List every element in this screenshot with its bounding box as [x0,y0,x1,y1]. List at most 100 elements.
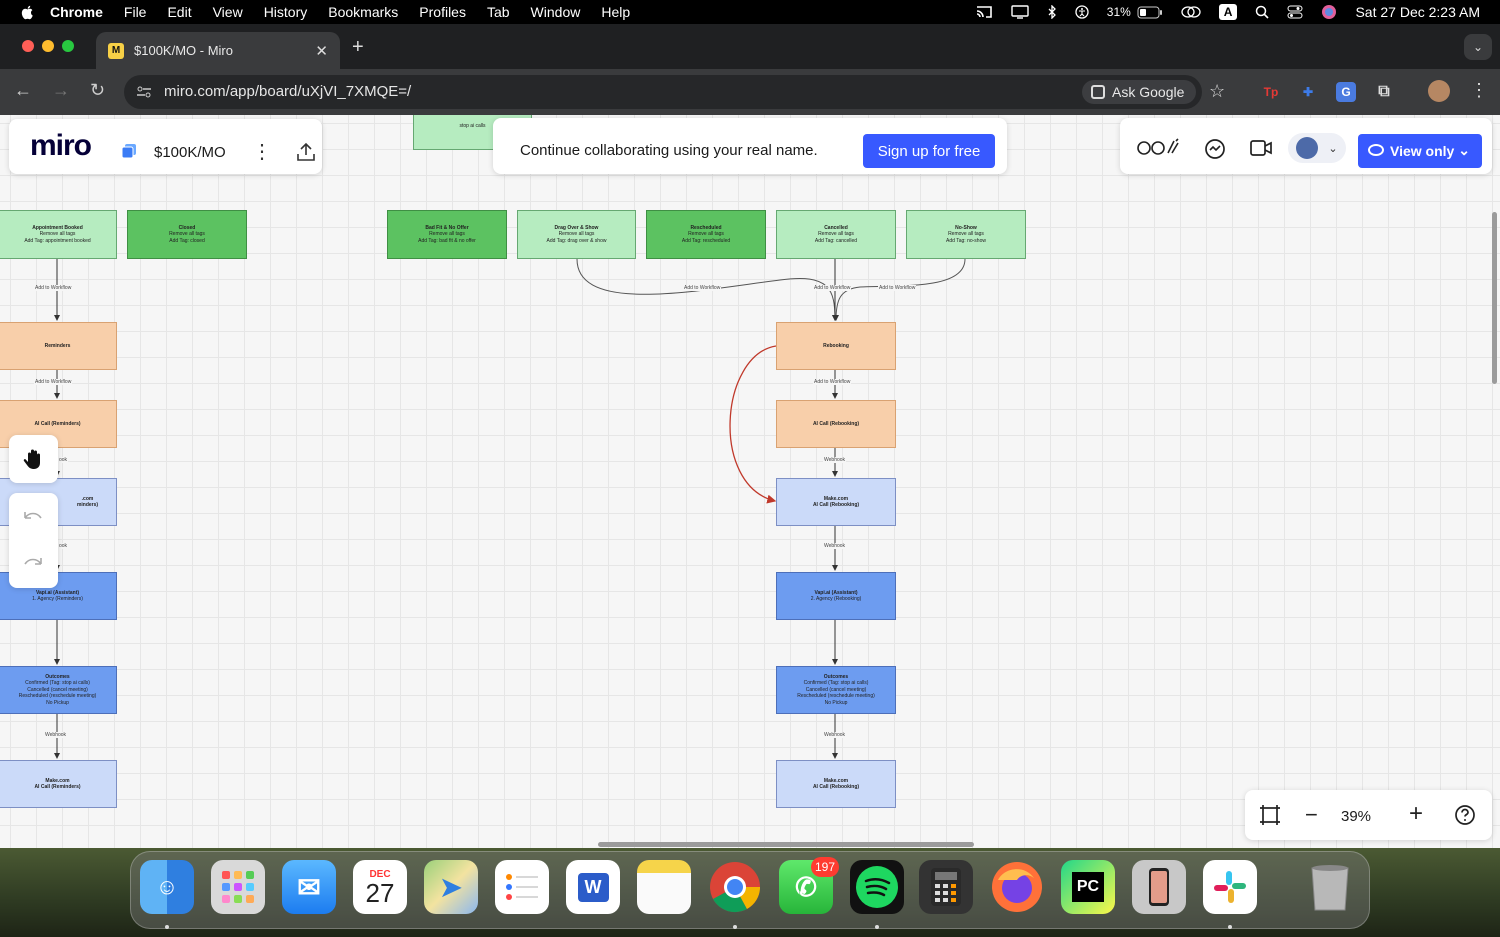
ask-google-button[interactable]: Ask Google [1082,80,1197,104]
spotify-icon[interactable] [850,860,904,914]
node-line: No Pickup [824,699,848,706]
minimize-window-button[interactable] [42,40,54,52]
reload-button[interactable]: ↻ [90,80,105,101]
google-translate-icon[interactable]: G [1336,82,1356,102]
user-avatar-dropdown[interactable]: ⌄ [1288,133,1346,163]
calendar-icon[interactable]: DEC 27 [353,860,407,914]
chrome-menu-icon[interactable]: ⋮ [1470,80,1488,101]
forward-button[interactable]: → [52,80,70,101]
node-appointment-booked[interactable]: Appointment Booked Remove all tags Add T… [0,210,117,259]
comments-icon[interactable] [1204,138,1226,160]
undo-icon[interactable] [22,509,44,525]
mail-icon[interactable]: ✉ [282,860,336,914]
menu-file[interactable]: File [124,4,147,20]
site-settings-icon[interactable] [136,84,152,100]
help-icon[interactable] [1454,804,1476,826]
horizontal-scrollbar[interactable] [598,842,974,847]
extensions-puzzle-icon[interactable]: ⧉ [1374,82,1394,102]
display-icon[interactable] [1011,5,1029,19]
node-make-rebooking-1[interactable]: Make.com AI Call (Rebooking) [776,478,896,526]
apple-icon[interactable] [20,4,36,20]
zoom-out-button[interactable]: − [1305,802,1318,828]
menu-app-name[interactable]: Chrome [50,4,103,20]
node-outcomes-left[interactable]: Outcomes Confirmed (Tag: stop ai calls) … [0,666,117,714]
reactions-icon[interactable] [1136,137,1182,157]
spotlight-search-icon[interactable] [1255,5,1270,19]
node-vapi-rebooking[interactable]: Vapi.ai (Assistant) 2. Agency (Rebooking… [776,572,896,620]
finder-icon[interactable]: ☺ [140,860,194,914]
node-make-reminders[interactable]: Make.com AI Call (Reminders) [0,760,117,808]
node-outcomes-right[interactable]: Outcomes Confirmed (Tag: stop ai calls) … [776,666,896,714]
bluetooth-icon[interactable] [1047,5,1057,19]
launchpad-icon[interactable] [211,860,265,914]
node-ai-call-rebooking[interactable]: AI Call (Rebooking) [776,400,896,448]
calculator-icon[interactable] [919,860,973,914]
menu-view[interactable]: View [213,4,243,20]
address-bar[interactable]: miro.com/app/board/uXjVI_7XMQE=/ [124,75,1202,109]
menubar-status-area: 31% A Sat 27 Dec 2:23 AM [957,0,1480,24]
back-button[interactable]: ← [14,80,32,101]
menu-profiles[interactable]: Profiles [419,4,466,20]
export-upload-icon[interactable] [295,141,317,163]
node-drag-over[interactable]: Drag Over & Show Remove all tags Add Tag… [517,210,636,259]
node-closed[interactable]: Closed Remove all tags Add Tag: closed [127,210,247,259]
node-make-rebooking-2[interactable]: Make.com AI Call (Rebooking) [776,760,896,808]
extension-puzzle-blue-icon[interactable]: ✚ [1298,82,1318,102]
control-center-icon[interactable] [1287,5,1303,19]
microsoft-word-icon[interactable]: W [566,860,620,914]
reminders-icon[interactable] [495,860,549,914]
slack-icon[interactable] [1203,860,1257,914]
notes-icon[interactable] [637,860,691,914]
board-name[interactable]: $100K/MO [154,144,226,161]
node-rebooking[interactable]: Rebooking [776,322,896,370]
miro-board-canvas[interactable]: stop ai calls Appointment Booked Remove … [0,115,1500,848]
redo-icon[interactable] [22,555,44,571]
node-rescheduled[interactable]: Rescheduled Remove all tags Add Tag: res… [646,210,766,259]
firefox-icon[interactable] [990,860,1044,914]
maximize-window-button[interactable] [62,40,74,52]
menubar-clock[interactable]: Sat 27 Dec 2:23 AM [1355,4,1480,20]
close-tab-icon[interactable]: ✕ [315,42,328,60]
zoom-in-button[interactable]: + [1409,800,1423,828]
node-reminders[interactable]: Reminders [0,322,117,370]
chrome-icon[interactable] [708,860,762,914]
close-window-button[interactable] [22,40,34,52]
input-source-indicator[interactable]: A [1218,4,1238,20]
chrome-profile-avatar[interactable] [1428,80,1450,102]
menu-history[interactable]: History [264,4,308,20]
screen-mirroring-icon[interactable] [1181,5,1201,19]
board-menu-icon[interactable]: ⋮ [252,139,272,164]
battery-icon[interactable] [1137,6,1163,19]
vertical-scrollbar[interactable] [1492,212,1497,384]
maps-icon[interactable]: ➤ [424,860,478,914]
hand-tool-icon[interactable] [22,447,46,471]
node-bad-fit[interactable]: Bad Fit & No Offer Remove all tags Add T… [387,210,507,259]
url-text[interactable]: miro.com/app/board/uXjVI_7XMQE=/ [164,83,411,100]
fit-frame-icon[interactable] [1259,804,1281,826]
menu-bookmarks[interactable]: Bookmarks [328,4,398,20]
view-only-button[interactable]: View only ⌄ [1358,134,1482,168]
extension-tp-icon[interactable]: Tp [1261,82,1281,102]
siri-icon[interactable] [1321,4,1337,20]
sign-up-button[interactable]: Sign up for free [863,134,995,168]
zoom-panel: − 39% + [1245,790,1492,840]
iphone-mirroring-icon[interactable] [1132,860,1186,914]
miro-logo[interactable]: miro [30,129,92,163]
video-call-icon[interactable] [1250,139,1272,157]
tab-miro-board[interactable]: M $100K/MO - Miro ✕ [96,32,340,69]
menu-edit[interactable]: Edit [167,4,191,20]
tab-search-chevron-icon[interactable]: ⌄ [1464,34,1492,60]
menu-tab[interactable]: Tab [487,4,510,20]
new-tab-button[interactable]: + [352,36,364,59]
node-no-show[interactable]: No-Show Remove all tags Add Tag: no-show [906,210,1026,259]
pycharm-icon[interactable]: PC [1061,860,1115,914]
trash-icon[interactable] [1303,860,1357,914]
node-cancelled[interactable]: Cancelled Remove all tags Add Tag: cance… [776,210,896,259]
cast-icon[interactable] [975,5,993,19]
accessibility-icon[interactable] [1075,5,1089,19]
bookmark-star-icon[interactable]: ☆ [1209,81,1225,102]
menu-help[interactable]: Help [601,4,630,20]
menu-window[interactable]: Window [531,4,581,20]
edge-label-add-to-workflow: Add to Workflow [34,285,73,291]
zoom-level[interactable]: 39% [1341,808,1371,825]
